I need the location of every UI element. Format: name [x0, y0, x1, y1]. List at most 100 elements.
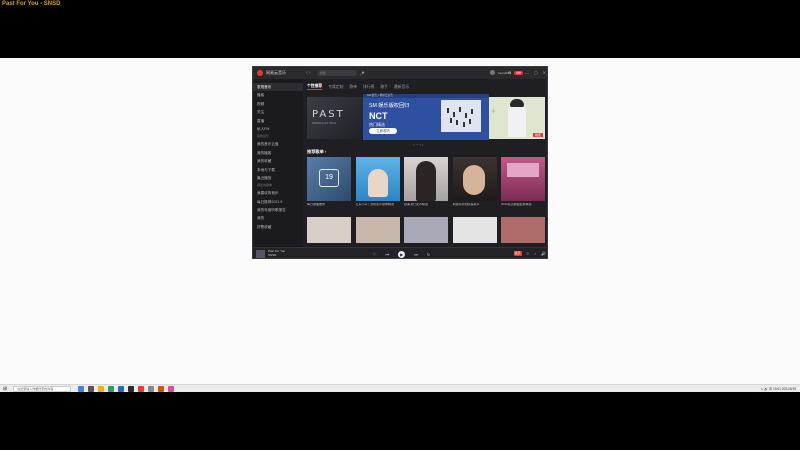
banner-left-text: PAST	[312, 109, 345, 120]
sidebar-playlist-collection[interactable]: 好歌收藏	[253, 223, 303, 231]
mic-icon[interactable]: 🎤	[360, 71, 365, 76]
playlist-card[interactable]: 欧美流行女声精选	[404, 157, 448, 211]
sidebar-playlist-mine[interactable]: 我的	[253, 214, 303, 222]
carousel-dots[interactable]: • ─ • •	[413, 142, 423, 147]
title-bar: 网易云音乐 ‹ › 搜索 🎤 Cecuz001 VIP ⚙ ✉ — ▢ ✕	[253, 67, 547, 79]
system-tray[interactable]: ∧ 🔊 中 19:01 2021/5/19	[761, 386, 796, 391]
sidebar-item-local[interactable]: 本地与下载	[253, 166, 303, 174]
play-button[interactable]: ▶	[398, 251, 406, 258]
playlist-caption[interactable]: 每日歌曲推荐	[307, 203, 351, 211]
playlist-cover[interactable]	[452, 217, 497, 243]
banner-right-hair	[510, 99, 524, 107]
sidebar-item-fm[interactable]: 私人FM	[253, 125, 303, 133]
video-title: Past For You - SNSD	[2, 1, 61, 7]
playlist-card[interactable]: 2021韩流歌曲最新精选	[501, 157, 545, 211]
taskbar: ⊞ 在这里输入你要搜索的内容 ∧ 🔊 中 19:01 2021/5/19	[0, 384, 800, 392]
quality-badge[interactable]: 极高	[513, 251, 522, 256]
sidebar-item-favorites[interactable]: 我的收藏	[253, 157, 303, 165]
playlist-cover[interactable]	[355, 157, 400, 201]
playlist-caption[interactable]: 2021韩流歌曲最新精选	[501, 203, 545, 211]
player-right-controls: 极高 ≡ ♪ 🔊	[513, 251, 546, 256]
settings-icon[interactable]: ⚙	[508, 70, 512, 75]
sidebar-item-follow[interactable]: 关注	[253, 108, 303, 116]
tab-bar: 个性推荐 专属定制 歌单 排行榜 歌手 最新音乐	[303, 79, 547, 91]
tab-new-music[interactable]: 最新音乐	[394, 85, 409, 90]
sidebar-playlist-liked[interactable]: 我喜欢的音乐	[253, 189, 303, 197]
playlist-cover[interactable]	[404, 217, 448, 243]
banner-left-sub: KWON JUN YEOL	[312, 121, 337, 125]
sidebar-item-live[interactable]: 直播	[253, 117, 303, 125]
sidebar-item-cloud[interactable]: 我的音乐云盘	[253, 140, 303, 148]
playlist-cover[interactable]	[452, 157, 497, 201]
tab-recommend[interactable]: 个性推荐	[307, 84, 323, 90]
banner-right[interactable]: ✦ 独家	[488, 97, 545, 139]
maximize-icon[interactable]: ▢	[534, 70, 538, 75]
banner-listen-button[interactable]: 立即收听	[369, 128, 397, 134]
minimize-icon[interactable]: —	[525, 70, 529, 75]
next-icon[interactable]: ⏭	[414, 252, 418, 257]
close-icon[interactable]: ✕	[543, 70, 546, 75]
now-playing-info[interactable]: Past For You SNSD	[268, 250, 285, 257]
banner-left[interactable]: PAST KWON JUN YEOL	[307, 97, 365, 139]
playlist-caption[interactable]: 那些好听的欧美男声	[453, 203, 497, 211]
banner-exclusive-tag: 独家	[532, 133, 543, 137]
window-controls: ⚙ ✉ — ▢ ✕	[508, 70, 546, 75]
banner-headline: NCT	[369, 111, 388, 121]
search-input[interactable]: 搜索	[316, 70, 357, 76]
sidebar-section-playlists: 创建的歌单	[257, 183, 273, 188]
playlist-cover[interactable]	[307, 217, 351, 243]
letterbox-bottom	[0, 392, 800, 450]
previous-icon[interactable]: ⏮	[386, 252, 390, 257]
windows-start-icon[interactable]: ⊞	[3, 386, 7, 392]
lyrics-icon[interactable]: ♪	[534, 251, 536, 256]
tab-charts[interactable]: 排行榜	[363, 85, 374, 90]
banner-strip: SM 娱乐 × 网易云音乐	[363, 94, 489, 98]
sidebar-item-my-podcast[interactable]: 我的播客	[253, 149, 303, 157]
playback-controls: ♡ ⏮ ▶ ⏭ ↻	[373, 251, 430, 258]
banner-main[interactable]: SM 娱乐 × 网易云音乐 SM 娱乐版权回归 NCT 热门精选 立即收听	[363, 94, 489, 140]
playlist-caption[interactable]: 欧美流行女声精选	[404, 203, 448, 211]
playlist-cover[interactable]	[404, 157, 448, 201]
main-content: 个性推荐 专属定制 歌单 排行榜 歌手 最新音乐 PAST KWON JUN Y…	[303, 79, 547, 247]
now-playing-cover[interactable]	[256, 249, 265, 258]
app-name: 网易云音乐	[266, 70, 286, 75]
like-icon[interactable]: ♡	[373, 252, 377, 257]
letterbox-top: Past For You - SNSD	[0, 0, 800, 58]
now-playing-artist[interactable]: SNSD	[268, 253, 285, 258]
playlist-cover[interactable]	[501, 217, 545, 243]
playlist-caption[interactable]: 日系小众 | 治愈女声歌单精选	[356, 203, 400, 211]
sidebar-item-video[interactable]: 视频	[253, 100, 303, 108]
section-title-playlists[interactable]: 推荐歌单 ›	[307, 149, 326, 155]
playlist-grid: 19 每日歌曲推荐 日系小众 | 治愈女声歌单精选 欧美流行女声精选 那些好听的…	[307, 157, 545, 211]
repeat-icon[interactable]: ↻	[427, 252, 430, 257]
mail-icon[interactable]: ✉	[517, 70, 520, 75]
banner-carousel[interactable]: PAST KWON JUN YEOL SM 娱乐 × 网易云音乐 SM 娱乐版权…	[307, 94, 545, 140]
sidebar-playlist-report[interactable]: 我的年度听歌报告	[253, 206, 303, 214]
tab-artists[interactable]: 歌手	[380, 85, 388, 90]
avatar[interactable]	[489, 70, 495, 75]
sidebar-item-podcast[interactable]: 播客	[253, 91, 303, 99]
banner-photo	[441, 100, 481, 132]
playlist-icon[interactable]: ≡	[527, 251, 529, 256]
calendar-icon: 19	[319, 169, 339, 187]
tab-custom[interactable]: 专属定制	[328, 85, 343, 90]
sidebar-section-my-music: 我的音乐	[257, 134, 270, 139]
playlist-card[interactable]: 日系小众 | 治愈女声歌单精选	[355, 157, 400, 211]
sidebar-item-recent[interactable]: 最近播放	[253, 174, 303, 182]
sidebar-playlist-daily[interactable]: 每日推荐2021.5	[253, 198, 303, 206]
sidebar-item-discover[interactable]: 发现音乐	[253, 83, 303, 92]
sidebar: 发现音乐 播客 视频 关注 直播 私人FM 我的音乐 我的音乐云盘 我的播客 我…	[253, 79, 303, 247]
tab-playlists[interactable]: 歌单	[349, 85, 357, 90]
playlist-cover[interactable]	[355, 217, 400, 243]
playlist-card[interactable]: 19 每日歌曲推荐	[307, 157, 351, 211]
nav-arrows[interactable]: ‹ ›	[306, 70, 311, 76]
playlist-grid-row2	[307, 217, 545, 243]
banner-title: SM 娱乐版权回归	[369, 103, 410, 109]
playlist-cover[interactable]	[501, 157, 545, 201]
playlist-cover[interactable]: 19	[307, 157, 351, 201]
taskbar-search[interactable]: 在这里输入你要搜索的内容	[13, 385, 72, 392]
volume-icon[interactable]: 🔊	[541, 251, 546, 256]
player-bar: Past For You SNSD ♡ ⏮ ▶ ⏭ ↻ 极高 ≡ ♪ 🔊	[253, 247, 547, 258]
banner-right-deco: ✦	[490, 107, 497, 116]
playlist-card[interactable]: 那些好听的欧美男声	[452, 157, 497, 211]
